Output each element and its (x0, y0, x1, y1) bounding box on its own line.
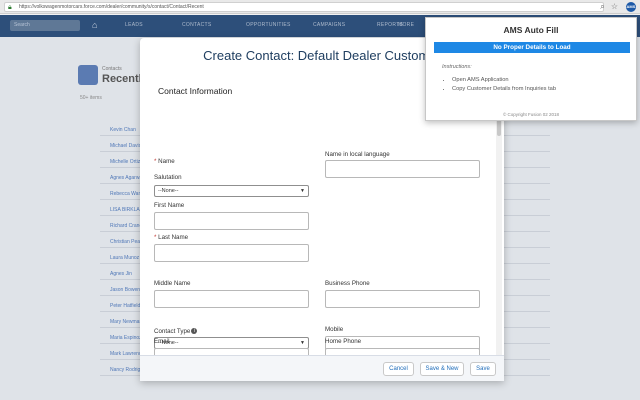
mobile-label: Mobile (325, 326, 344, 333)
email-label: Email (154, 338, 170, 345)
middle-name-input[interactable] (154, 290, 309, 308)
zoom-icon[interactable]: ⌕ (598, 2, 607, 11)
nav-tab-contacts[interactable]: CONTACTS (182, 22, 212, 28)
ams-autofill-popup: AMS Auto Fill No Proper Details to Load … (425, 17, 637, 121)
nav-tab-campaigns[interactable]: CAMPAIGNS (313, 22, 345, 28)
popup-title: AMS Auto Fill (503, 25, 559, 35)
chevron-down-icon: ▼ (300, 340, 305, 346)
home-icon[interactable]: ⌂ (92, 20, 97, 30)
contact-type-label: Contact Type i (154, 328, 198, 335)
required-marker: * (154, 234, 157, 241)
instructions-label: Instructions: (442, 64, 472, 70)
last-name-input[interactable] (154, 244, 309, 262)
local-name-label: Name in local language (325, 151, 390, 158)
contact-name-link[interactable]: Jason Bowen (110, 287, 140, 293)
contact-name-link[interactable]: Laura Munoz (110, 255, 139, 261)
save-button[interactable]: Save (470, 362, 496, 376)
lock-icon: 🔒︎ (8, 4, 12, 11)
contact-name-link[interactable]: Kevin Chan (110, 127, 136, 133)
list-object-label: Contacts (102, 66, 122, 72)
required-marker: * (154, 158, 157, 165)
contacts-object-icon (78, 65, 98, 85)
contact-name-link[interactable]: Rebecca Wang (110, 191, 144, 197)
contact-name-link[interactable]: Mary Newman (110, 319, 142, 325)
contact-name-link[interactable]: Michael Davis (110, 143, 141, 149)
browser-toolbar: 🔒︎ https://volkswagenmotorcars.force.com… (0, 0, 640, 14)
url-text: https://volkswagenmotorcars.force.com/de… (19, 4, 204, 10)
info-icon[interactable]: i (191, 328, 198, 335)
list-view-header: Contacts Recently Viewed (78, 65, 189, 97)
nav-tab-opportunities[interactable]: OPPORTUNITIES (246, 22, 291, 28)
contact-name-link[interactable]: Michelle Ortiz (110, 159, 140, 165)
bookmark-star-icon[interactable]: ☆ (610, 2, 619, 11)
salutation-select[interactable]: --None-- ▼ (154, 185, 309, 197)
status-banner: No Proper Details to Load (434, 42, 630, 53)
save-and-new-button[interactable]: Save & New (420, 362, 464, 376)
salutation-label: Salutation (154, 174, 182, 181)
instruction-item: Copy Customer Details from Inquiries tab (452, 85, 556, 94)
business-phone-label: Business Phone (325, 280, 370, 287)
contact-name-link[interactable]: Agnes Agarwal (110, 175, 143, 181)
business-phone-input[interactable] (325, 290, 480, 308)
name-label: * Name (154, 158, 175, 165)
ams-extension-icon[interactable]: AMS (626, 2, 636, 12)
section-title: Contact Information (158, 86, 233, 96)
list-item-count: 50+ items (80, 95, 102, 101)
last-name-label: * Last Name (154, 234, 189, 241)
first-name-label: First Name (154, 202, 185, 209)
instructions-list: Open AMS Application Copy Customer Detai… (452, 76, 556, 94)
first-name-input[interactable] (154, 212, 309, 230)
address-bar[interactable]: 🔒︎ https://volkswagenmotorcars.force.com… (4, 2, 604, 12)
global-search-input[interactable]: Search (10, 20, 80, 31)
cancel-button[interactable]: Cancel (383, 362, 414, 376)
chevron-down-icon: ▼ (300, 188, 305, 194)
home-phone-label: Home Phone (325, 338, 362, 345)
contact-name-link[interactable]: Peter Hatfield (110, 303, 140, 309)
local-name-input[interactable] (325, 160, 480, 178)
contact-name-link[interactable]: Richard Crane (110, 223, 142, 229)
instruction-item: Open AMS Application (452, 76, 556, 85)
middle-name-label: Middle Name (154, 280, 191, 287)
modal-footer: Cancel Save & New Save (140, 355, 504, 381)
contact-name-link[interactable]: Agnes Jin (110, 271, 132, 277)
nav-tab-more[interactable]: MORE (398, 22, 414, 28)
copyright-text: © Copyright Fusion 02 2018 (502, 112, 560, 117)
nav-tab-leads[interactable]: LEADS (125, 22, 143, 28)
